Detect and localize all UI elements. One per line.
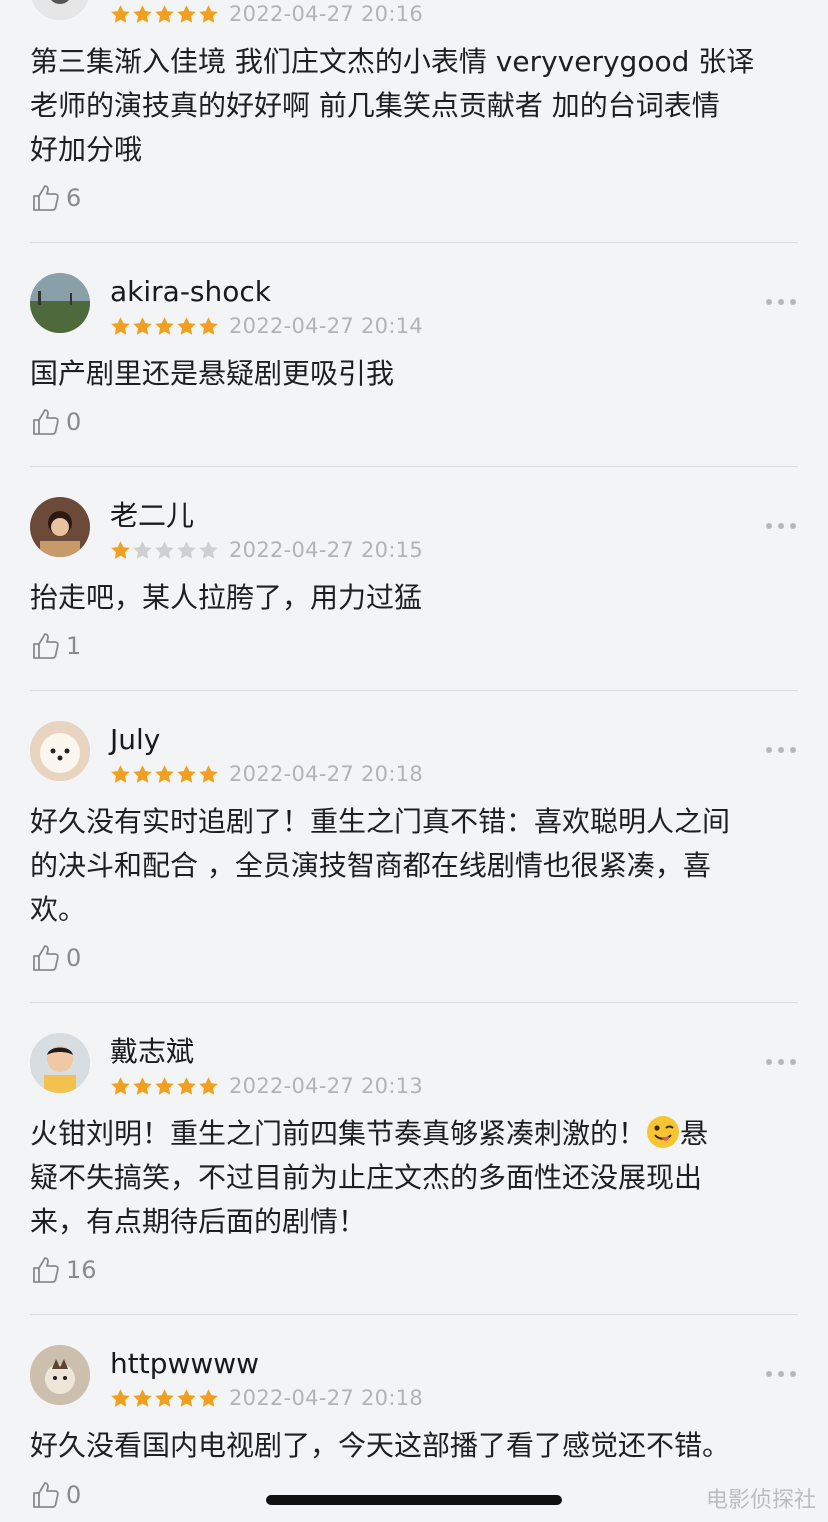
star-empty-icon xyxy=(199,540,218,559)
home-indicator[interactable] xyxy=(266,1495,562,1505)
star-filled-icon xyxy=(155,764,174,783)
more-options-button[interactable] xyxy=(766,1052,796,1072)
rating-row: 2022-04-27 20:16 xyxy=(110,2,423,26)
thumbs-up-icon xyxy=(33,185,59,211)
divider xyxy=(30,690,798,691)
review-text: 好久没有实时追剧了！重生之门真不错：喜欢聪明人之间 的决斗和配合 ，全员演技智商… xyxy=(30,805,731,926)
star-rating xyxy=(110,1076,219,1097)
star-filled-icon xyxy=(177,764,196,783)
like-button[interactable]: 0 xyxy=(30,1478,81,1512)
username[interactable]: July xyxy=(110,723,160,757)
watermark: 电影侦探社 xyxy=(705,1488,816,1513)
avatar[interactable] xyxy=(30,1033,90,1093)
star-filled-icon xyxy=(133,764,152,783)
more-options-button[interactable] xyxy=(766,740,796,760)
star-filled-icon xyxy=(111,540,130,559)
star-filled-icon xyxy=(111,4,130,23)
star-filled-icon xyxy=(133,1388,152,1407)
review-text: 第三集渐入佳境 我们庄文杰的小表情 veryverygood 张译 老师的演技真… xyxy=(30,45,755,166)
thumbs-up-icon xyxy=(33,633,59,659)
thumbs-up-icon xyxy=(33,945,59,971)
star-filled-icon xyxy=(177,4,196,23)
like-button[interactable]: 0 xyxy=(30,941,81,975)
review-time: 2022-04-27 20:13 xyxy=(229,1074,424,1098)
star-rating xyxy=(110,4,219,25)
star-filled-icon xyxy=(199,4,218,23)
star-filled-icon xyxy=(111,1388,130,1407)
star-filled-icon xyxy=(155,1076,174,1095)
star-filled-icon xyxy=(177,1388,196,1407)
star-empty-icon xyxy=(155,540,174,559)
star-filled-icon xyxy=(177,316,196,335)
divider xyxy=(30,466,798,467)
star-filled-icon xyxy=(199,764,218,783)
star-filled-icon xyxy=(155,4,174,23)
rating-row: 2022-04-27 20:15 xyxy=(110,538,423,562)
star-filled-icon xyxy=(133,1076,152,1095)
star-filled-icon xyxy=(199,1388,218,1407)
star-filled-icon xyxy=(111,316,130,335)
star-filled-icon xyxy=(111,764,130,783)
avatar[interactable] xyxy=(30,0,90,20)
avatar[interactable] xyxy=(30,1345,90,1405)
star-empty-icon xyxy=(133,540,152,559)
like-count: 0 xyxy=(66,1481,82,1509)
review-text: 国产剧里还是悬疑剧更吸引我 xyxy=(30,357,395,390)
rating-row: 2022-04-27 20:18 xyxy=(110,762,423,786)
rating-row: 2022-04-27 20:18 xyxy=(110,1386,423,1410)
review-time: 2022-04-27 20:14 xyxy=(229,314,424,338)
avatar[interactable] xyxy=(30,273,90,333)
avatar[interactable] xyxy=(30,497,90,557)
star-rating xyxy=(110,1388,219,1409)
more-options-button[interactable] xyxy=(766,292,796,312)
review-time: 2022-04-27 20:18 xyxy=(229,1386,424,1410)
like-count: 0 xyxy=(66,944,82,972)
star-filled-icon xyxy=(155,316,174,335)
star-filled-icon xyxy=(155,1388,174,1407)
like-button[interactable]: 16 xyxy=(30,1253,97,1287)
like-count: 6 xyxy=(66,184,82,212)
star-rating xyxy=(110,316,219,337)
divider xyxy=(30,1002,798,1003)
rating-row: 2022-04-27 20:14 xyxy=(110,314,423,338)
star-filled-icon xyxy=(111,1076,130,1095)
review-time: 2022-04-27 20:16 xyxy=(229,2,424,26)
thumbs-up-icon xyxy=(33,409,59,435)
divider xyxy=(30,242,798,243)
thumbs-up-icon xyxy=(33,1257,59,1283)
more-options-button[interactable] xyxy=(766,516,796,536)
winking-face-with-tongue-icon xyxy=(647,1116,680,1148)
like-count: 1 xyxy=(66,632,82,660)
star-filled-icon xyxy=(199,1076,218,1095)
star-rating xyxy=(110,540,219,561)
username[interactable]: 老二儿 xyxy=(110,499,194,533)
review-time: 2022-04-27 20:18 xyxy=(229,762,424,786)
more-options-button[interactable] xyxy=(766,1364,796,1384)
star-empty-icon xyxy=(177,540,196,559)
divider xyxy=(30,1314,798,1315)
star-filled-icon xyxy=(177,1076,196,1095)
like-button[interactable]: 1 xyxy=(30,629,81,663)
review-time: 2022-04-27 20:15 xyxy=(229,538,424,562)
rating-row: 2022-04-27 20:13 xyxy=(110,1074,423,1098)
review-text: 好久没看国内电视剧了，今天这部播了看了感觉还不错。 xyxy=(30,1429,731,1462)
avatar[interactable] xyxy=(30,721,90,781)
username[interactable]: 戴志斌 xyxy=(110,1035,194,1069)
star-filled-icon xyxy=(133,4,152,23)
like-button[interactable]: 0 xyxy=(30,405,81,439)
review-text-part: 火钳刘明！重生之门前四集节奏真够紧凑刺激的！ xyxy=(30,1117,647,1150)
thumbs-up-icon xyxy=(33,1482,59,1508)
star-rating xyxy=(110,764,219,785)
username[interactable]: httpwwww xyxy=(110,1347,259,1381)
review-text: 火钳刘明！重生之门前四集节奏真够紧凑刺激的！悬 疑不失搞笑，不过目前为止庄文杰的… xyxy=(30,1112,800,1244)
star-filled-icon xyxy=(133,316,152,335)
star-filled-icon xyxy=(199,316,218,335)
username[interactable]: akira-shock xyxy=(110,275,271,309)
review-text: 抬走吧，某人拉胯了，用力过猛 xyxy=(30,581,423,614)
like-button[interactable]: 6 xyxy=(30,181,81,215)
like-count: 0 xyxy=(66,408,82,436)
like-count: 16 xyxy=(66,1256,97,1284)
